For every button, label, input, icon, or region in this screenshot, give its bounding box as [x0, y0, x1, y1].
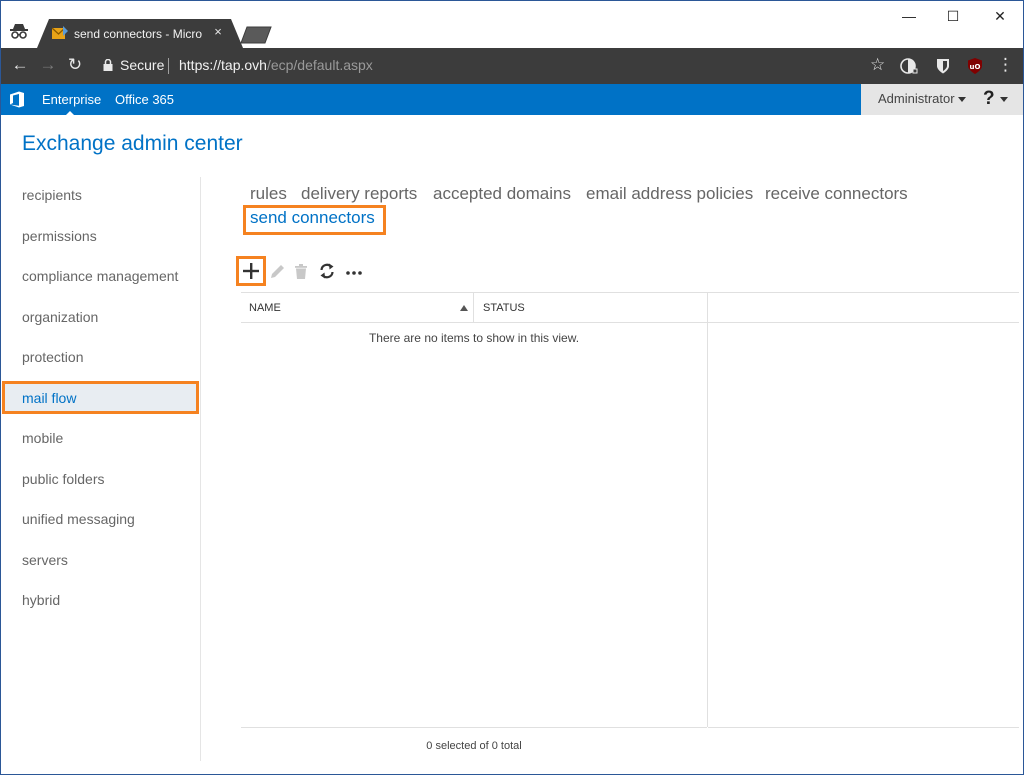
nav-item-mobile[interactable]: mobile [2, 422, 198, 454]
nav-item-mail-flow[interactable]: mail flow [2, 382, 198, 414]
active-link-indicator [65, 111, 75, 116]
refresh-icon[interactable] [318, 261, 336, 281]
left-nav: recipients permissions compliance manage… [1, 177, 201, 761]
window-close-button[interactable]: ✕ [980, 5, 1020, 27]
tab-send-connectors[interactable]: send connectors [250, 207, 375, 229]
tab-strip: send connectors - Micro × — ☐ ✕ [1, 1, 1023, 48]
more-icon[interactable] [345, 261, 363, 281]
pane-separator [707, 292, 708, 727]
nav-item-compliance-management[interactable]: compliance management [2, 260, 198, 292]
list-footer: 0 selected of 0 total [241, 727, 707, 759]
nav-item-unified-messaging[interactable]: unified messaging [2, 503, 198, 535]
o365-link-enterprise[interactable]: Enterprise [42, 92, 101, 108]
svg-text:uO: uO [970, 63, 981, 71]
o365-link-office365[interactable]: Office 365 [115, 92, 174, 108]
office-logo-icon[interactable] [9, 91, 25, 108]
details-pane-footer-line [708, 727, 1019, 728]
nav-item-public-folders[interactable]: public folders [2, 463, 198, 495]
incognito-icon [10, 24, 28, 39]
new-tab-button[interactable] [237, 25, 273, 45]
nav-item-hybrid[interactable]: hybrid [2, 584, 198, 616]
o365-navbar: Enterprise Office 365 Administrator ? [1, 84, 1023, 116]
bookmark-star-icon[interactable]: ☆ [870, 55, 885, 75]
admin-menu[interactable]: Administrator [878, 91, 955, 107]
nav-item-permissions[interactable]: permissions [2, 220, 198, 252]
reload-button[interactable]: ↻ [65, 55, 85, 75]
send-connectors-list: NAME STATUS There are no items to show i… [241, 292, 1019, 759]
browser-menu-icon[interactable]: ⋮ [997, 55, 1014, 75]
secure-label: Secure [120, 57, 165, 73]
maximize-button[interactable]: ☐ [933, 5, 973, 27]
add-icon[interactable] [241, 261, 261, 281]
sort-ascending-icon [460, 305, 468, 311]
nav-item-servers[interactable]: servers [2, 544, 198, 576]
list-header: NAME STATUS [241, 292, 707, 323]
tab-email-address-policies[interactable]: email address policies [586, 183, 753, 205]
tab-receive-connectors[interactable]: receive connectors [765, 183, 908, 205]
column-header-status[interactable]: STATUS [483, 302, 525, 315]
lock-icon [103, 59, 113, 71]
details-pane-header [708, 292, 1019, 323]
tab-delivery-reports[interactable]: delivery reports [301, 183, 417, 205]
admin-caret-icon[interactable] [958, 97, 966, 102]
tab-rules[interactable]: rules [250, 183, 287, 205]
bitwarden-icon[interactable] [934, 57, 952, 75]
dark-reader-icon[interactable] [900, 57, 918, 75]
forward-button[interactable]: → [38, 55, 58, 75]
url-host: https://tap.ovh [179, 57, 267, 73]
browser-window: send connectors - Micro × — ☐ ✕ ← → ↻ Se… [0, 0, 1024, 775]
url-text: https://tap.ovh/ecp/default.aspx [179, 57, 373, 74]
empty-list-message: There are no items to show in this view. [368, 331, 580, 345]
nav-item-organization[interactable]: organization [2, 301, 198, 333]
selection-count: 0 selected of 0 total [426, 740, 522, 752]
url-path: /ecp/default.aspx [266, 57, 373, 73]
minimize-button[interactable]: — [889, 5, 929, 27]
address-bar[interactable]: Secure https://tap.ovh/ecp/default.aspx [93, 53, 893, 78]
delete-icon[interactable] [293, 261, 309, 281]
address-divider [168, 58, 169, 74]
column-header-name[interactable]: NAME [249, 302, 281, 315]
column-separator[interactable] [473, 293, 474, 323]
admin-area: Administrator ? [861, 84, 1023, 115]
edit-icon[interactable] [268, 261, 286, 281]
nav-item-protection[interactable]: protection [2, 341, 198, 373]
tab-accepted-domains[interactable]: accepted domains [433, 183, 571, 205]
back-button[interactable]: ← [10, 55, 30, 75]
tab-close-icon[interactable]: × [211, 24, 225, 40]
favicon-icon [52, 26, 68, 39]
page-title: Exchange admin center [22, 132, 243, 155]
tab-title: send connectors - Micro [74, 27, 203, 41]
help-icon[interactable]: ? [983, 88, 995, 110]
nav-item-recipients[interactable]: recipients [2, 179, 198, 211]
help-caret-icon[interactable] [1000, 97, 1008, 102]
ublock-icon[interactable]: uO [966, 57, 984, 75]
